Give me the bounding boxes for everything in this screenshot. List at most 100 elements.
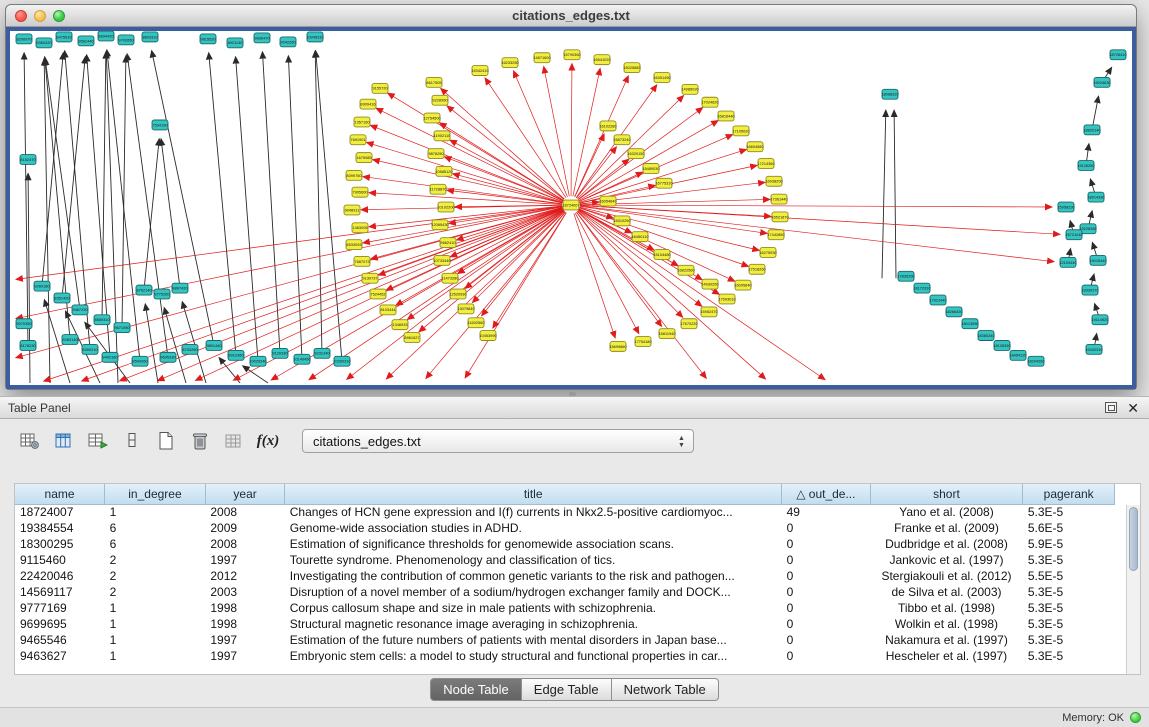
- network-graph[interactable]: 8290970936032084756109581440869442097026…: [10, 31, 1132, 385]
- cell-out_degree[interactable]: 0: [782, 600, 871, 616]
- cell-short[interactable]: de Silva et al. (2003): [870, 584, 1023, 600]
- cell-short[interactable]: Yano et al. (2008): [870, 504, 1023, 520]
- cell-out_degree[interactable]: 0: [782, 536, 871, 552]
- cell-pagerank[interactable]: 5.3E-5: [1023, 648, 1115, 664]
- cell-title[interactable]: Disruption of a novel member of a sodium…: [285, 584, 782, 600]
- graph-node[interactable]: 9155720: [372, 83, 388, 93]
- tab-network-table[interactable]: Network Table: [612, 678, 719, 701]
- graph-node[interactable]: 16541020: [593, 55, 610, 65]
- graph-node[interactable]: 1675985: [356, 153, 372, 163]
- cell-name[interactable]: 9699695: [15, 616, 105, 632]
- cell-out_degree[interactable]: 0: [782, 552, 871, 568]
- graph-node[interactable]: 9231240: [314, 348, 330, 358]
- cell-in_degree[interactable]: 2: [105, 552, 206, 568]
- network-view-window[interactable]: citations_edges.txt 82909709360320847561…: [5, 4, 1137, 390]
- cell-short[interactable]: Nakamura et al. (1997): [870, 632, 1023, 648]
- graph-node[interactable]: 11602560: [468, 318, 485, 328]
- table-selector-dropdown[interactable]: citations_edges.txt ▲▼: [302, 429, 694, 453]
- graph-node[interactable]: 16604580: [746, 142, 763, 152]
- cell-title[interactable]: Investigating the contribution of common…: [285, 568, 782, 584]
- close-button[interactable]: [15, 10, 27, 22]
- table-scrollbar[interactable]: [1126, 505, 1140, 674]
- graph-node[interactable]: 8703250: [182, 344, 198, 354]
- graph-node[interactable]: 9695330: [160, 352, 176, 362]
- cell-out_degree[interactable]: 0: [782, 648, 871, 664]
- graph-node[interactable]: 18360240: [977, 331, 994, 341]
- graph-node[interactable]: 17518260: [748, 264, 765, 274]
- function-builder-button[interactable]: f(x): [254, 428, 282, 454]
- graph-node[interactable]: 16822560: [677, 265, 694, 275]
- graph-node[interactable]: 16391450: [653, 73, 670, 83]
- minimize-button[interactable]: [34, 10, 46, 22]
- cell-year[interactable]: 2003: [205, 584, 284, 600]
- table-row[interactable]: 1872400712008Changes of HCN gene express…: [15, 504, 1115, 520]
- memory-status-icon[interactable]: [1130, 712, 1141, 723]
- zoom-button[interactable]: [53, 10, 65, 22]
- graph-node[interactable]: 15104480: [653, 250, 670, 260]
- cell-pagerank[interactable]: 5.5E-5: [1023, 568, 1115, 584]
- table-row[interactable]: 977716911998Corpus callosum shape and si…: [15, 600, 1115, 616]
- graph-node[interactable]: 17024620: [701, 97, 718, 107]
- tab-node-table[interactable]: Node Table: [430, 678, 522, 701]
- panel-splitter-handle[interactable]: [569, 392, 576, 396]
- graph-node[interactable]: 16938200: [765, 176, 782, 186]
- cell-title[interactable]: Embryonic stem cells: a model to study s…: [285, 648, 782, 664]
- cell-in_degree[interactable]: 6: [105, 520, 206, 536]
- graph-node[interactable]: 8961627: [404, 333, 420, 343]
- graph-node[interactable]: 10453990: [479, 331, 496, 341]
- graph-node[interactable]: 18105330: [993, 341, 1010, 351]
- graph-node[interactable]: 9930470: [254, 33, 270, 43]
- graph-node[interactable]: 17830260: [897, 271, 914, 281]
- graph-node[interactable]: 19024630: [1093, 77, 1110, 87]
- graph-node[interactable]: 18013550: [961, 319, 978, 329]
- graph-node[interactable]: 10733440: [433, 255, 450, 265]
- table-row[interactable]: 911546021997Tourette syndrome. Phenomeno…: [15, 552, 1115, 568]
- graph-node[interactable]: 12754500: [423, 113, 440, 123]
- graph-node[interactable]: 10140450: [293, 354, 310, 364]
- cell-name[interactable]: 9465546: [15, 632, 105, 648]
- column-header-year[interactable]: year: [205, 484, 284, 504]
- graph-node[interactable]: 9042260: [280, 37, 296, 47]
- graph-node[interactable]: 10020240: [249, 356, 266, 366]
- graph-node[interactable]: 12065430: [431, 220, 448, 230]
- graph-node[interactable]: 14985020: [681, 84, 698, 94]
- cell-year[interactable]: 1997: [205, 632, 284, 648]
- graph-node[interactable]: 1463005: [352, 223, 368, 233]
- graph-node[interactable]: 9467230: [72, 305, 88, 315]
- graph-node[interactable]: 10260310: [333, 356, 350, 366]
- column-header-pagerank[interactable]: pagerank: [1023, 484, 1115, 504]
- cell-out_degree[interactable]: 0: [782, 632, 871, 648]
- cell-out_degree[interactable]: 0: [782, 568, 871, 584]
- graph-node[interactable]: 19114520: [1092, 315, 1109, 325]
- cell-name[interactable]: 19384554: [15, 520, 105, 536]
- import-table-button[interactable]: [220, 428, 248, 454]
- column-view-button[interactable]: [118, 428, 146, 454]
- graph-node[interactable]: 15342410: [471, 66, 488, 76]
- cell-out_degree[interactable]: 49: [782, 504, 871, 520]
- cell-title[interactable]: Genome-wide association studies in ADHD.: [285, 520, 782, 536]
- cell-pagerank[interactable]: 5.3E-5: [1023, 584, 1115, 600]
- new-column-button[interactable]: [84, 428, 112, 454]
- table-row[interactable]: 1830029562008Estimation of significance …: [15, 536, 1115, 552]
- graph-node[interactable]: 9581440: [78, 36, 94, 46]
- graph-node[interactable]: 17670220: [680, 319, 697, 329]
- cell-short[interactable]: Wolkin et al. (1998): [870, 616, 1023, 632]
- graph-node[interactable]: 16102280: [599, 121, 616, 131]
- cell-name[interactable]: 9463627: [15, 648, 105, 664]
- graph-node[interactable]: 12103440: [1059, 257, 1076, 267]
- graph-node[interactable]: 7905600: [352, 187, 368, 197]
- cell-year[interactable]: 2012: [205, 568, 284, 584]
- graph-node[interactable]: 10045310: [306, 32, 323, 42]
- graph-node[interactable]: 16095840: [734, 280, 751, 290]
- cell-pagerank[interactable]: 5.3E-5: [1023, 504, 1115, 520]
- graph-node[interactable]: 8867420: [172, 283, 188, 293]
- cell-pagerank[interactable]: 5.3E-5: [1023, 616, 1115, 632]
- graph-node[interactable]: 19432310: [1085, 344, 1102, 354]
- graph-node[interactable]: 10585120: [435, 166, 452, 176]
- graph-node[interactable]: 8152470: [20, 155, 36, 165]
- graph-node[interactable]: 8290970: [16, 34, 32, 44]
- table-row[interactable]: 946362711997Embryonic stem cells: a mode…: [15, 648, 1115, 664]
- graph-node[interactable]: 7524452: [370, 289, 386, 299]
- cell-short[interactable]: Hescheler et al. (1997): [870, 648, 1023, 664]
- graph-node[interactable]: 9492180: [102, 352, 118, 362]
